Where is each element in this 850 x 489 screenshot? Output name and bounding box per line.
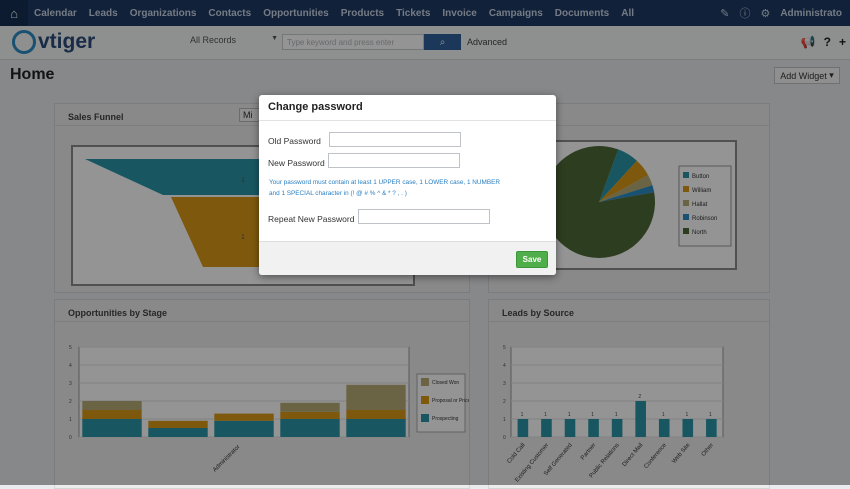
dialog-footer: Save	[259, 241, 556, 275]
new-password-field[interactable]	[328, 153, 460, 168]
divider	[259, 120, 556, 121]
repeat-password-field[interactable]	[358, 209, 490, 224]
dialog-title: Change password	[268, 101, 363, 113]
password-hint: Your password must contain at least 1 UP…	[269, 179, 500, 197]
new-password-label: New Password	[268, 158, 325, 168]
old-password-field[interactable]	[329, 132, 461, 147]
save-button[interactable]: Save	[516, 251, 548, 268]
old-password-label: Old Password	[268, 136, 321, 146]
change-password-dialog: Change password Old Password New Passwor…	[259, 95, 556, 275]
repeat-password-label: Repeat New Password	[268, 214, 355, 224]
